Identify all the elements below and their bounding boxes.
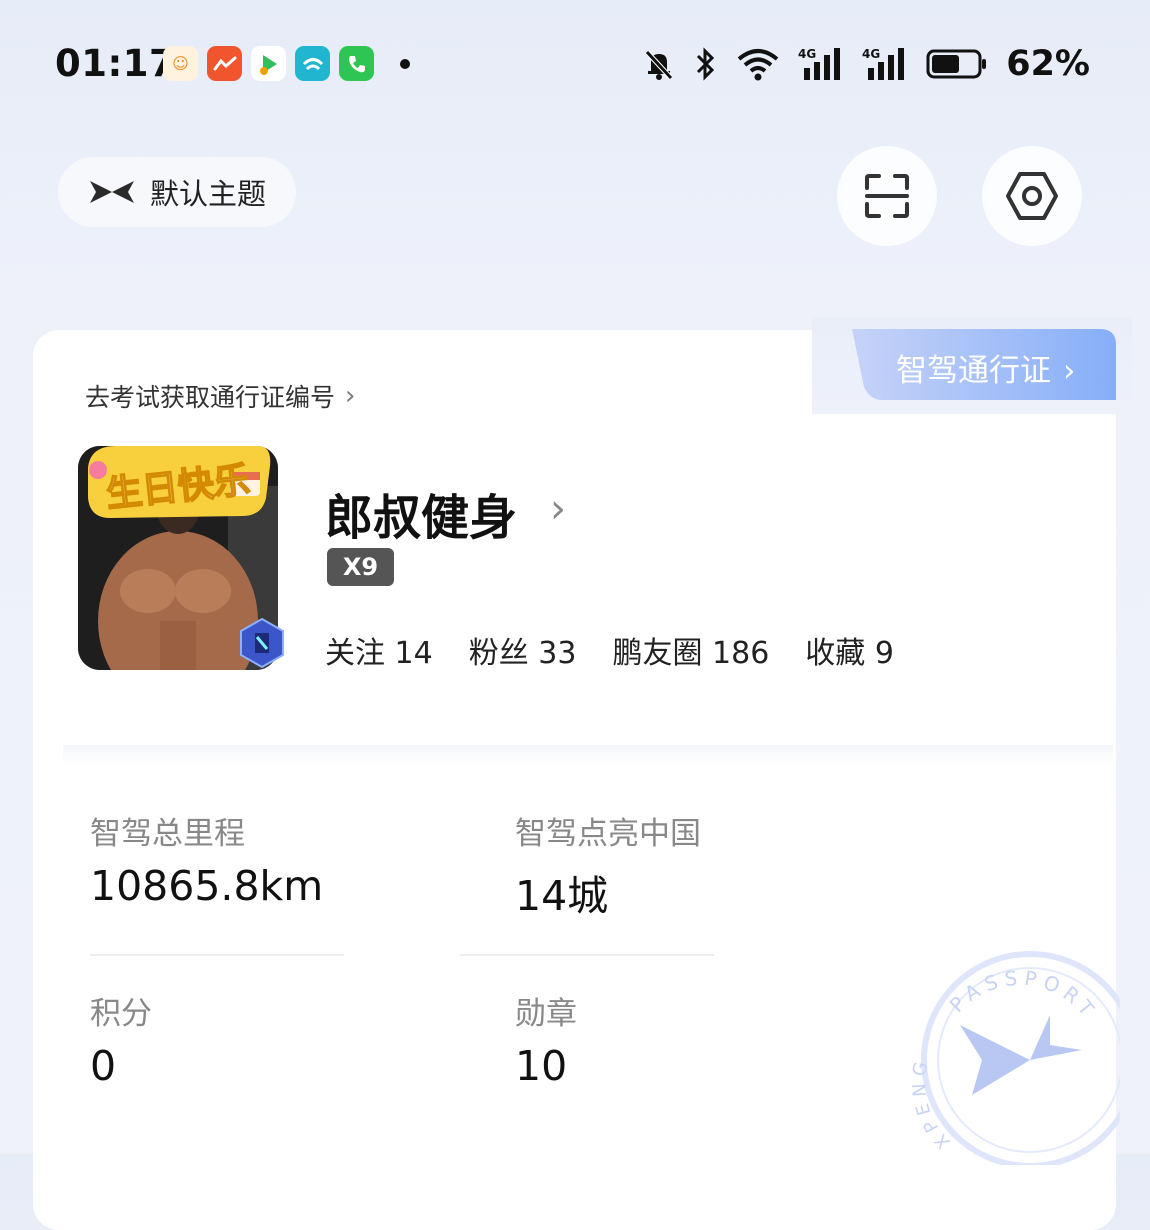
scan-icon (865, 174, 909, 218)
birthday-banner: 生日快乐 (88, 446, 271, 518)
battery-percent: 62% (1006, 44, 1090, 84)
level-badge-icon (240, 617, 284, 669)
status-time: 01:17 (55, 42, 176, 85)
svg-text:4G: 4G (798, 47, 816, 61)
notification-app-icons: ☺ (163, 46, 374, 81)
metric-divider (460, 954, 714, 956)
metric-label-cities: 智驾点亮中国 (515, 816, 701, 852)
stat-following[interactable]: 关注 14 (325, 628, 433, 672)
smart-home-app-icon (295, 46, 330, 81)
metric-value-mileage[interactable]: 10865.8km (90, 862, 323, 910)
system-status-icons: 4G 4G 62% (642, 44, 1090, 84)
passport-stamp-watermark: PASSPORT XPENG (909, 951, 1120, 1165)
svg-text:4G: 4G (862, 47, 880, 61)
bluetooth-icon (694, 46, 718, 82)
video-app-icon (251, 46, 286, 81)
chevron-right-icon: › (345, 381, 356, 411)
status-bar: 01:17 ☺ 4G 4G 62% (0, 0, 1150, 130)
signal-icon: 4G (798, 46, 844, 82)
phone-app-icon (339, 46, 374, 81)
wifi-icon (736, 47, 780, 81)
social-stats: 关注 14 粉丝 33 鹏友圈 186 收藏 9 (325, 628, 930, 672)
smart-driving-passport-tab[interactable]: 智驾通行证 › (852, 329, 1116, 400)
stat-moments[interactable]: 鹏友圈 186 (612, 628, 769, 672)
settings-button[interactable] (982, 146, 1082, 246)
exam-link[interactable]: 去考试获取通行证编号 › (85, 378, 355, 414)
metric-value-medals[interactable]: 10 (515, 1042, 567, 1090)
scan-button[interactable] (837, 146, 937, 246)
chevron-right-icon[interactable]: › (550, 486, 566, 532)
metric-label-points: 积分 (90, 996, 152, 1032)
hex-settings-icon (1006, 172, 1058, 220)
kids-app-icon: ☺ (163, 46, 198, 81)
car-model-badge: X9 (327, 548, 394, 586)
more-notifications-dot (400, 59, 410, 69)
metric-label-medals: 勋章 (515, 996, 577, 1032)
theme-selector-button[interactable]: 默认主题 (58, 157, 296, 227)
mute-bell-icon (642, 47, 676, 81)
battery-icon (926, 48, 988, 80)
signal-icon: 4G (862, 46, 908, 82)
stat-favorites[interactable]: 收藏 9 (805, 628, 894, 672)
chevron-right-icon: › (1063, 353, 1076, 389)
xpeng-logo-icon (90, 181, 134, 203)
section-divider (63, 745, 1113, 765)
metric-value-cities[interactable]: 14城 (515, 862, 608, 922)
passport-tab-label: 智驾通行证 › (896, 353, 1076, 389)
svg-text:XPENG: XPENG (909, 1054, 955, 1152)
metric-label-mileage: 智驾总里程 (90, 816, 245, 852)
username[interactable]: 郎叔健身 (325, 478, 517, 548)
exam-link-label: 去考试获取通行证编号 (85, 383, 336, 412)
metric-divider (90, 954, 344, 956)
stocks-app-icon (207, 46, 242, 81)
theme-label: 默认主题 (150, 177, 267, 211)
stat-followers[interactable]: 粉丝 33 (469, 628, 577, 672)
metric-value-points[interactable]: 0 (90, 1042, 116, 1090)
